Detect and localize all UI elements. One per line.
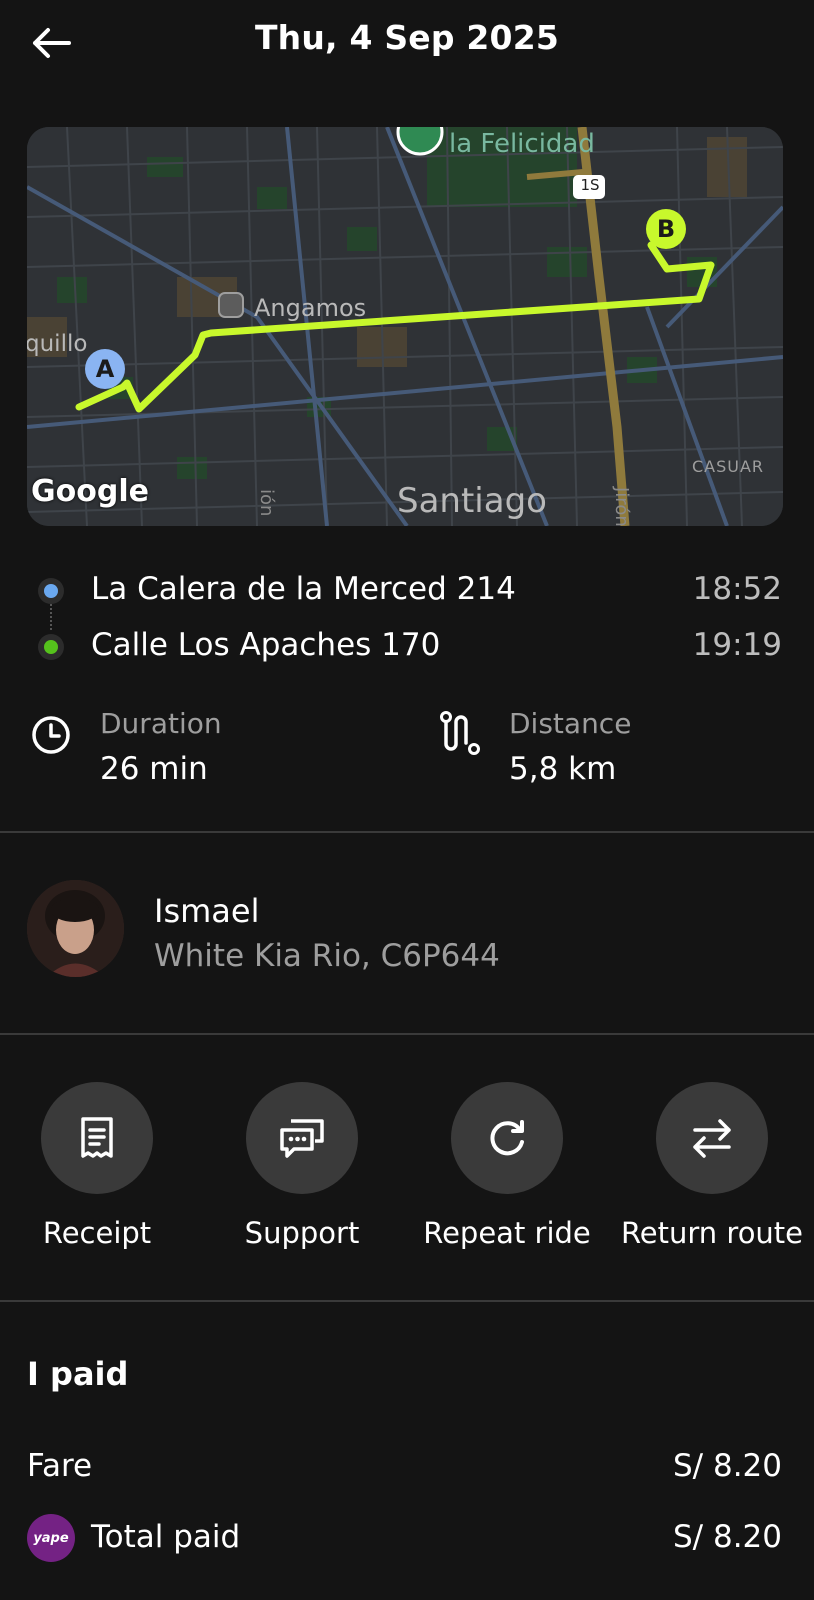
google-attribution: Google (31, 474, 149, 509)
route-icon (438, 710, 482, 760)
marker-a: A (85, 349, 125, 389)
support-button[interactable]: Support (202, 1082, 402, 1272)
map-label-jiron: Jirón (611, 487, 632, 526)
yape-logo-text: yape (33, 1530, 69, 1546)
driver-avatar (27, 880, 124, 977)
swap-arrows-icon (656, 1082, 768, 1194)
road-badge: 1S (580, 176, 600, 194)
map-label-city: Santiago (397, 481, 547, 521)
distance-label: Distance (509, 707, 632, 740)
repeat-ride-button[interactable]: Repeat ride (407, 1082, 607, 1272)
page-title: Thu, 4 Sep 2025 (254, 18, 560, 57)
marker-b: B (646, 209, 686, 249)
route-connector (50, 604, 52, 630)
pickup-time: 18:52 (692, 571, 782, 607)
repeat-ride-label: Repeat ride (423, 1216, 591, 1250)
divider (0, 831, 814, 833)
chat-icon (246, 1082, 358, 1194)
map-label-district: quillo (27, 331, 88, 357)
support-label: Support (244, 1216, 360, 1250)
return-route-button[interactable]: Return route (612, 1082, 812, 1272)
return-route-label: Return route (620, 1216, 804, 1250)
map-label-vertical: ión (256, 489, 277, 517)
fare-label: Fare (27, 1448, 93, 1484)
dropoff-address: Calle Los Apaches 170 (91, 627, 441, 663)
divider (0, 1300, 814, 1302)
dropoff-dot-icon (38, 634, 64, 660)
dropoff-time: 19:19 (692, 627, 782, 663)
driver-name: Ismael (154, 892, 260, 930)
map-label-casuar: CASUAR (692, 457, 765, 476)
divider (0, 1033, 814, 1035)
payment-title: I paid (27, 1355, 129, 1393)
pickup-address: La Calera de la Merced 214 (91, 571, 516, 607)
receipt-button[interactable]: Receipt (0, 1082, 197, 1272)
refresh-icon (451, 1082, 563, 1194)
map-label-station: Angamos (254, 294, 367, 322)
driver-car: White Kia Rio, C6P644 (154, 938, 500, 974)
map-label-park: la Felicidad (449, 129, 595, 159)
fare-amount: S/ 8.20 (673, 1448, 782, 1484)
clock-icon (30, 714, 72, 760)
route-map[interactable]: la Felicidad Angamos quillo Santiago 1S … (27, 127, 783, 526)
pickup-dot-icon (38, 578, 64, 604)
receipt-label: Receipt (42, 1216, 152, 1250)
distance-value: 5,8 km (509, 751, 617, 787)
total-paid-label: Total paid (91, 1519, 241, 1555)
yape-logo-icon: yape (27, 1514, 75, 1562)
duration-value: 26 min (100, 751, 208, 787)
total-paid-amount: S/ 8.20 (673, 1519, 782, 1555)
receipt-icon (41, 1082, 153, 1194)
duration-label: Duration (100, 707, 222, 740)
